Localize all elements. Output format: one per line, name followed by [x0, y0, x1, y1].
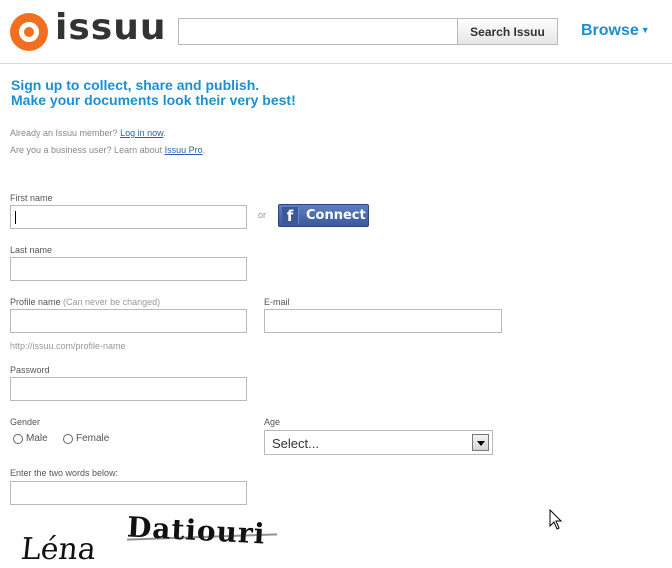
gender-female-radio[interactable]: Female: [63, 433, 109, 444]
captcha-word-1: Léna: [19, 532, 98, 567]
profile-name-hint: (Can never be changed): [63, 297, 161, 307]
age-select[interactable]: Select...: [264, 430, 493, 455]
site-header: issuu Search Issuu Browse ▼: [0, 0, 672, 64]
radio-icon: [63, 433, 73, 444]
browse-label: Browse: [581, 22, 639, 39]
profile-name-field[interactable]: [10, 309, 247, 333]
password-label: Password: [10, 365, 50, 375]
member-login-text: Already an Issuu member? Log in now.: [10, 128, 166, 138]
captcha-image: Léna Datiouri: [15, 510, 295, 568]
chevron-down-icon: ▼: [640, 25, 650, 35]
issuu-pro-link[interactable]: Issuu Pro: [165, 145, 203, 155]
facebook-icon: f: [282, 207, 299, 225]
tagline-line-2: Make your documents look their very best…: [11, 92, 296, 108]
dropdown-arrow-icon[interactable]: [472, 434, 489, 451]
mouse-cursor-icon: [549, 509, 563, 530]
facebook-connect-label: Connect: [306, 208, 366, 223]
captcha-word-2: Datiouri: [126, 510, 267, 551]
age-label: Age: [264, 417, 281, 427]
tagline-line-1: Sign up to collect, share and publish.: [11, 77, 260, 93]
first-name-label: First name: [10, 193, 53, 203]
age-selected-value: Select...: [272, 436, 319, 451]
first-name-field[interactable]: [10, 205, 247, 229]
email-label: E-mail: [264, 297, 290, 307]
issuu-logo[interactable]: issuu: [10, 7, 180, 53]
or-text: or: [258, 210, 267, 220]
signup-tagline: Sign up to collect, share and publish. M…: [11, 78, 296, 108]
last-name-label: Last name: [10, 245, 53, 255]
search-button[interactable]: Search Issuu: [457, 18, 558, 45]
issuu-logo-icon: [10, 13, 48, 51]
email-field[interactable]: [264, 309, 502, 333]
facebook-connect-button[interactable]: f Connect: [278, 204, 369, 227]
gender-label: Gender: [10, 417, 41, 427]
captcha-field[interactable]: [10, 481, 247, 505]
password-field[interactable]: [10, 377, 247, 401]
last-name-field[interactable]: [10, 257, 247, 281]
gender-male-radio[interactable]: Male: [13, 433, 48, 444]
text-caret: [15, 211, 16, 224]
search-input[interactable]: [178, 18, 458, 45]
captcha-label: Enter the two words below:: [10, 468, 119, 478]
business-info-text: Are you a business user? Learn about Iss…: [10, 145, 206, 155]
profile-name-label: Profile name (Can never be changed): [10, 297, 161, 307]
browse-menu[interactable]: Browse ▼: [581, 22, 650, 40]
radio-icon: [13, 433, 23, 444]
brand-name: issuu: [55, 7, 167, 48]
profile-url-hint: http://issuu.com/profile-name: [10, 341, 126, 351]
login-link[interactable]: Log in now: [120, 128, 163, 138]
